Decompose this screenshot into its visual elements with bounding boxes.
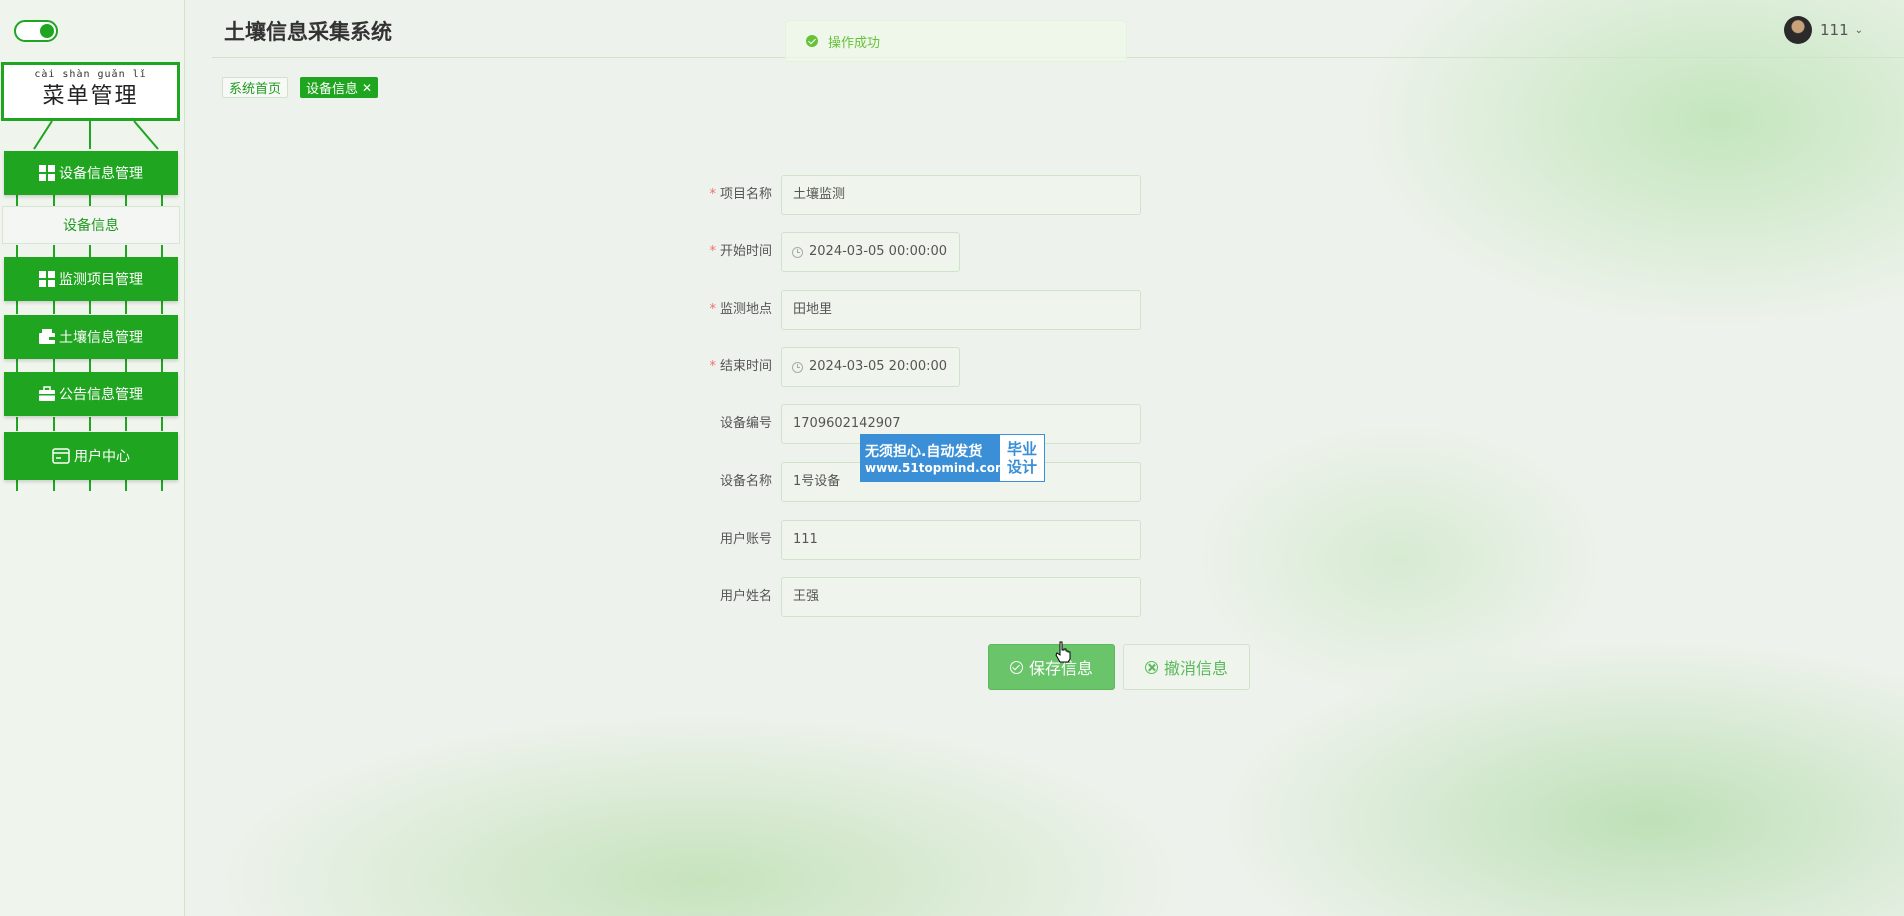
required-mark: *	[709, 187, 716, 202]
cancel-button-label: 撤消信息	[1163, 659, 1228, 678]
required-mark: *	[709, 302, 716, 317]
success-toast: 操作成功	[785, 20, 1127, 62]
form-row-end-time: * 结束时间 2024-03-05 20:00:00	[660, 347, 1160, 387]
field-label: 设备名称	[719, 474, 772, 489]
sidebar-item-soil-info[interactable]: 土壤信息管理	[4, 315, 178, 359]
toast-message: 操作成功	[828, 35, 881, 51]
field-label: * 开始时间	[709, 232, 772, 272]
field-label-text: 项目名称	[719, 187, 772, 202]
ad-text: 无须担心.自动发货 www.51topmind.com	[861, 435, 1008, 481]
start-time-picker[interactable]: 2024-03-05 00:00:00	[781, 232, 960, 272]
required-mark: *	[709, 359, 716, 374]
tab-label: 系统首页	[229, 82, 282, 97]
end-time-picker[interactable]: 2024-03-05 20:00:00	[781, 347, 960, 387]
sidebar-item-monitoring-project[interactable]: 监测项目管理	[4, 257, 178, 301]
save-button[interactable]: 保存信息	[988, 644, 1115, 690]
sidebar-item-announcement[interactable]: 公告信息管理	[4, 372, 178, 416]
ad-line1: 无须担心.自动发货	[865, 444, 983, 460]
ad-badge: 毕业 设计	[1000, 435, 1044, 481]
sidebar-item-label: 土壤信息管理	[59, 330, 143, 346]
hand-cursor-icon	[1055, 641, 1071, 667]
form-row-user-account: 用户账号 111	[660, 520, 1160, 560]
project-name-input[interactable]: 土壤监测	[781, 175, 1141, 215]
form-row-location: * 监测地点 田地里	[660, 290, 1160, 330]
field-label-text: 结束时间	[719, 359, 772, 374]
ad-line2: www.51topmind.com	[865, 461, 1008, 475]
user-menu[interactable]: 111 ⌄	[1784, 16, 1863, 44]
wallet-icon	[39, 329, 55, 345]
check-circle-icon	[1009, 660, 1023, 674]
field-label-text: 监测地点	[719, 302, 772, 317]
avatar	[1784, 16, 1812, 44]
field-label: 用户账号	[719, 532, 772, 547]
required-mark: *	[709, 244, 716, 259]
field-label: * 项目名称	[709, 175, 772, 215]
briefcase-icon	[39, 386, 55, 402]
user-account-input[interactable]: 111	[781, 520, 1141, 560]
ad-badge-line1: 毕业	[1006, 440, 1037, 458]
form-row-user-name: 用户姓名 王强	[660, 577, 1160, 617]
toggle-knob	[40, 24, 54, 38]
chevron-down-icon: ⌄	[1854, 24, 1864, 36]
page-title: 土壤信息采集系统	[224, 20, 392, 44]
cancel-button[interactable]: 撤消信息	[1123, 644, 1250, 690]
form-row-start-time: * 开始时间 2024-03-05 00:00:00	[660, 232, 1160, 272]
field-label: 用户姓名	[719, 589, 772, 604]
close-icon[interactable]: ✕	[362, 81, 372, 95]
field-label: 设备编号	[719, 416, 772, 431]
field-label: * 监测地点	[709, 290, 772, 330]
sidebar-item-label: 监测项目管理	[59, 272, 143, 288]
sidebar-item-label: 设备信息管理	[59, 166, 143, 182]
ad-badge-line2: 设计	[1006, 458, 1037, 476]
check-circle-icon	[806, 35, 818, 47]
clock-icon	[792, 361, 803, 373]
menu-sign-title: 菜单管理	[42, 84, 139, 109]
sidebar-collapse-toggle[interactable]	[14, 20, 58, 42]
location-input[interactable]: 田地里	[781, 290, 1141, 330]
clock-icon	[792, 246, 803, 258]
grid-icon	[39, 165, 55, 181]
field-label-text: 开始时间	[719, 244, 772, 259]
card-icon	[52, 448, 70, 464]
sidebar-item-device-management[interactable]: 设备信息管理	[4, 151, 178, 195]
sidebar-item-label: 设备信息	[63, 218, 119, 234]
sidebar-subitem-device-info[interactable]: 设备信息	[2, 206, 180, 244]
sidebar-item-label: 用户中心	[74, 449, 130, 465]
sidebar-item-label: 公告信息管理	[59, 387, 143, 403]
user-name-input[interactable]: 王强	[781, 577, 1141, 617]
user-name: 111	[1820, 21, 1849, 39]
close-circle-icon	[1144, 660, 1158, 674]
end-time-value: 2024-03-05 20:00:00	[809, 359, 948, 374]
field-label: * 结束时间	[709, 347, 772, 387]
form-row-project-name: * 项目名称 土壤监测	[660, 175, 1160, 215]
tab-home[interactable]: 系统首页	[222, 77, 289, 98]
tab-label: 设备信息	[306, 82, 359, 97]
tab-device-info[interactable]: 设备信息 ✕	[300, 77, 379, 98]
grid-icon	[39, 271, 55, 287]
start-time-value: 2024-03-05 00:00:00	[809, 244, 948, 259]
watermark-ad: 无须担心.自动发货 www.51topmind.com 毕业 设计	[860, 434, 1045, 482]
menu-sign: cài shàn guǎn lǐ 菜单管理	[1, 62, 180, 121]
sidebar: cài shàn guǎn lǐ 菜单管理 设备信息管理 设备信息 监测项目管理…	[0, 0, 185, 916]
sidebar-item-user-center[interactable]: 用户中心	[4, 432, 178, 480]
